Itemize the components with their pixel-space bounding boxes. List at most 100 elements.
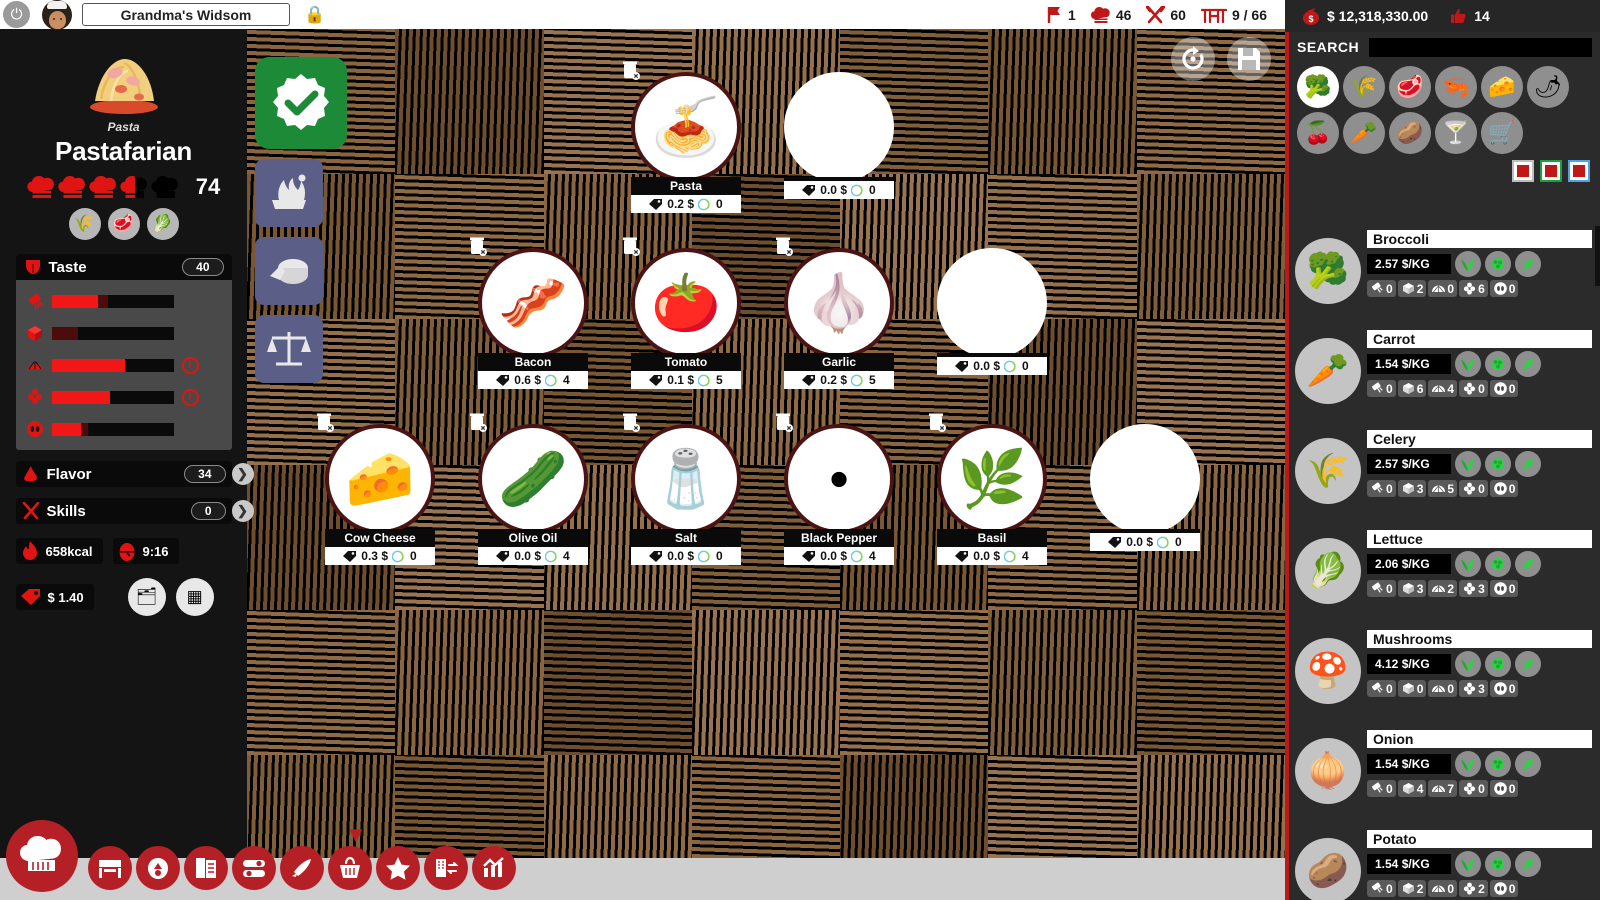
vegetarian-icon[interactable]	[1485, 651, 1511, 677]
gluten-free-icon[interactable]	[1515, 651, 1541, 677]
save-icon[interactable]	[1227, 37, 1271, 81]
ingredient-card[interactable]: 🧀 Cow Cheese 0.3 $ 0	[317, 413, 435, 565]
trash-icon[interactable]	[469, 412, 487, 432]
ingredient-plate[interactable]: 🌿	[937, 424, 1047, 534]
menu-book-icon[interactable]	[184, 846, 228, 890]
gluten-free-icon[interactable]	[1515, 751, 1541, 777]
settings-icon[interactable]	[232, 846, 276, 890]
cheese-wheel-icon[interactable]	[255, 237, 323, 305]
vegetarian-icon[interactable]	[1485, 851, 1511, 877]
ingredient-card[interactable]: 🍝 Pasta 0.2 $ 0	[623, 61, 741, 213]
ingredient-plate[interactable]	[784, 72, 894, 182]
board-tile[interactable]	[395, 609, 544, 755]
vegetarian-icon[interactable]	[1485, 751, 1511, 777]
grocery-icon[interactable]: 🛒	[1481, 112, 1523, 154]
vegan-icon[interactable]	[1455, 251, 1481, 277]
ingredient-plate[interactable]	[937, 248, 1047, 358]
trash-icon[interactable]	[469, 236, 487, 256]
ingredient-list[interactable]: 🥦 Broccoli 2.57 $/KG 0 2 0 6 0 🥕 Carrot 1.54 $/KG 0…	[1289, 226, 1600, 900]
search-input[interactable]	[1369, 37, 1592, 57]
board-tile[interactable]	[1136, 174, 1285, 320]
trash-icon[interactable]	[622, 60, 640, 80]
swatch-green[interactable]	[1540, 160, 1562, 182]
swatch-grey[interactable]	[1512, 160, 1534, 182]
broccoli-icon[interactable]: 🥦	[1297, 66, 1339, 108]
power-icon[interactable]: ⏻	[3, 1, 30, 28]
recipe-card-icon[interactable]: 🗂	[127, 578, 166, 616]
trash-icon[interactable]	[775, 412, 793, 432]
gluten-free-icon[interactable]	[1515, 851, 1541, 877]
vegan-icon[interactable]	[1455, 351, 1481, 377]
qr-code-icon[interactable]: ▦	[175, 578, 214, 616]
vegan-icon[interactable]	[1455, 851, 1481, 877]
ingredient-list-item[interactable]: 🥬 Lettuce 2.06 $/KG 0 3 2 3 0	[1289, 526, 1600, 626]
chevron-right-icon[interactable]: ❯	[231, 463, 254, 485]
trash-icon[interactable]	[622, 412, 640, 432]
ingredient-card[interactable]: 🥒 Olive Oil 0.0 $ 4	[470, 413, 588, 565]
swatch-blue[interactable]	[1568, 160, 1590, 182]
ingredient-card[interactable]: 🌿 Basil 0.0 $ 4	[929, 413, 1047, 565]
ingredient-list-item[interactable]: 🧅 Onion 1.54 $/KG 0 4 7 0 0	[1289, 726, 1600, 826]
pepper-icon[interactable]: 🥬	[146, 208, 179, 240]
lock-icon[interactable]: 🔒	[304, 5, 325, 25]
board-tile[interactable]	[247, 609, 396, 755]
board-tile[interactable]	[395, 29, 544, 175]
board-tile[interactable]	[840, 609, 989, 755]
board-tile[interactable]	[988, 29, 1137, 175]
staff-icon[interactable]	[136, 846, 180, 890]
chevron-right-icon[interactable]: ❯	[231, 500, 254, 522]
meat-icon[interactable]: 🥩	[107, 208, 140, 240]
vegan-icon[interactable]	[1455, 751, 1481, 777]
verified-check-icon[interactable]	[255, 57, 347, 149]
ingredient-card[interactable]: 🍅 Tomato 0.1 $ 5	[623, 237, 741, 389]
ingredient-plate[interactable]: 🧄	[784, 248, 894, 358]
ingredient-list-item[interactable]: 🍄 Mushrooms 4.12 $/KG 0 0 0 3 0	[1289, 626, 1600, 726]
chef-avatar[interactable]	[42, 0, 72, 30]
ingredient-card[interactable]: • Black Pepper 0.0 $ 4	[776, 413, 894, 565]
skills-row[interactable]: Skills 0	[15, 498, 232, 524]
ingredient-plate[interactable]: 🧀	[325, 424, 435, 534]
vegetarian-icon[interactable]	[1485, 251, 1511, 277]
board-tile[interactable]	[1136, 609, 1285, 755]
cheese-icon[interactable]: 🧀	[1481, 66, 1523, 108]
ingredient-list-item[interactable]: 🥦 Broccoli 2.57 $/KG 0 2 0 6 0	[1289, 226, 1600, 326]
vegetarian-icon[interactable]	[1485, 551, 1511, 577]
ingredient-card[interactable]: 🧄 Garlic 0.2 $ 5	[776, 237, 894, 389]
ingredient-plate[interactable]	[1090, 424, 1200, 534]
ingredient-list-item[interactable]: 🥔 Potato 1.54 $/KG 0 2 0 2 0	[1289, 826, 1600, 900]
trash-icon[interactable]	[775, 236, 793, 256]
ingredient-plate[interactable]: •	[784, 424, 894, 534]
flavor-row[interactable]: Flavor 34	[15, 461, 232, 487]
wheat-icon[interactable]: 🌾	[68, 208, 101, 240]
supply-icon[interactable]	[424, 846, 468, 890]
ingredient-list-item[interactable]: 🌾 Celery 2.57 $/KG 0 3 5 0 0	[1289, 426, 1600, 526]
cutting-board[interactable]: 🍝 Pasta 0.2 $0 0.0 $0 🥓 Bacon 0.6 $4 🍅 Tomato 0.1…	[247, 29, 1285, 900]
ingredient-plate[interactable]: 🥒	[478, 424, 588, 534]
cherries-icon[interactable]: 🍒	[1297, 112, 1339, 154]
peas-icon[interactable]: 🥔	[1389, 112, 1431, 154]
shrimp-icon[interactable]: 🦐	[1435, 66, 1477, 108]
vegetarian-icon[interactable]	[1485, 351, 1511, 377]
vegan-icon[interactable]	[1455, 551, 1481, 577]
vegan-icon[interactable]	[1455, 451, 1481, 477]
restaurant-icon[interactable]	[88, 846, 132, 890]
board-tile[interactable]	[543, 609, 692, 755]
trash-icon[interactable]	[316, 412, 334, 432]
ingredient-list-item[interactable]: 🥕 Carrot 1.54 $/KG 0 6 4 0 0	[1289, 326, 1600, 426]
wheat-icon[interactable]: 🌾	[1343, 66, 1385, 108]
ingredient-scrollbar[interactable]	[1595, 226, 1600, 286]
ingredient-card[interactable]: 🧂 Salt 0.0 $ 0	[623, 413, 741, 565]
ingredient-card[interactable]: 🥓 Bacon 0.6 $ 4	[470, 237, 588, 389]
reset-icon[interactable]	[1171, 37, 1215, 81]
ingredient-plate[interactable]: 🍝	[631, 72, 741, 182]
board-tile[interactable]	[988, 609, 1137, 755]
trash-icon[interactable]	[622, 236, 640, 256]
recipe-title[interactable]: Grandma's Widsom	[82, 3, 290, 26]
trash-icon[interactable]	[928, 412, 946, 432]
chef-hat-icon[interactable]	[6, 820, 78, 892]
ingredient-plate[interactable]: 🧂	[631, 424, 741, 534]
vegetarian-icon[interactable]	[1485, 451, 1511, 477]
gluten-free-icon[interactable]	[1515, 451, 1541, 477]
meat-icon[interactable]: 🥩	[1389, 66, 1431, 108]
balance-scale-icon[interactable]	[255, 315, 323, 383]
